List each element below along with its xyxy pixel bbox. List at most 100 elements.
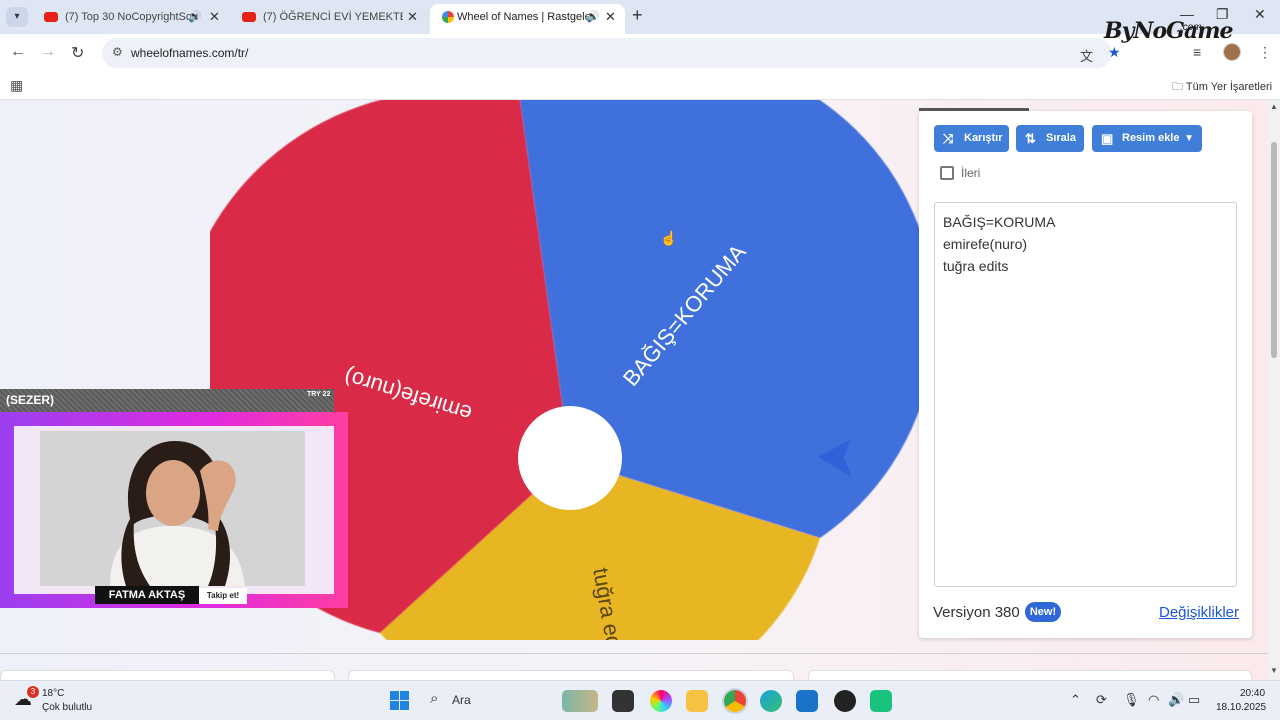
- tab-youtube-1[interactable]: (7) Top 30 NoCopyrightSou 🔊 ✕: [32, 4, 227, 34]
- watermark-suffix: .com: [1180, 22, 1202, 33]
- tab-wheel-of-names[interactable]: Wheel of Names | Rastgele 🔊 ✕: [430, 4, 625, 34]
- youtube-icon: [242, 12, 256, 22]
- shuffle-label: Karıştır: [964, 132, 1003, 144]
- streamer-name-banner: FATMA AKTAŞ: [95, 586, 199, 604]
- clock-time[interactable]: 20:40: [1240, 688, 1265, 699]
- wheel-center[interactable]: [518, 406, 622, 510]
- tab-title: Wheel of Names | Rastgele: [457, 11, 591, 23]
- close-tab-icon[interactable]: ✕: [407, 4, 418, 30]
- wheel-favicon-icon: [442, 11, 454, 23]
- bottom-card: [348, 670, 794, 680]
- folder-icon: 🗀: [1172, 81, 1183, 93]
- back-button[interactable]: ←: [10, 43, 26, 61]
- advanced-checkbox[interactable]: [940, 166, 954, 180]
- new-badge: New!: [1025, 602, 1061, 622]
- donation-bar: (SEZER) TRY 22: [0, 389, 334, 412]
- follow-badge: Takip et!: [199, 588, 247, 604]
- search-highlight-icon[interactable]: [562, 690, 598, 712]
- scroll-thumb[interactable]: [1271, 142, 1277, 358]
- all-bookmarks-button[interactable]: 🗀 Tüm Yer İşaretleri: [1172, 78, 1272, 97]
- panel-tab-indicator: [919, 108, 1029, 111]
- speaker-icon[interactable]: 🔊: [586, 4, 600, 30]
- add-image-label: Resim ekle: [1122, 132, 1180, 144]
- scroll-up-icon[interactable]: ▲: [1270, 102, 1278, 111]
- tab-search-icon[interactable]: ≡: [1193, 44, 1201, 60]
- entry-line: emirefe(nuro): [943, 236, 1028, 252]
- tab-bar: ▾ (7) Top 30 NoCopyrightSou 🔊 ✕ (7) ÖĞRE…: [0, 0, 1280, 34]
- menu-icon[interactable]: ⋮: [1258, 44, 1272, 61]
- search-icon[interactable]: ⌕: [430, 690, 438, 707]
- webcam-inner: [14, 426, 334, 594]
- profile-avatar[interactable]: [1223, 43, 1241, 61]
- close-tab-icon[interactable]: ✕: [209, 4, 220, 30]
- microphone-icon[interactable]: 🎙: [1123, 692, 1140, 708]
- tray-chevron-icon[interactable]: ⌃: [1070, 692, 1081, 708]
- weather-temperature[interactable]: 18°C: [42, 688, 64, 699]
- tab-youtube-2[interactable]: (7) ÖĞRENCİ EVİ YEMEKTEYİZ ✕: [230, 4, 425, 34]
- battery-icon[interactable]: ▭: [1188, 692, 1200, 708]
- app-icon[interactable]: [870, 690, 892, 712]
- sort-icon: ⇅: [1025, 131, 1036, 146]
- webcam-video: [40, 431, 305, 586]
- weather-description[interactable]: Çok bulutlu: [42, 702, 92, 713]
- weather-badge: 3: [27, 686, 39, 698]
- mouse-cursor-icon: ☝: [660, 230, 678, 246]
- stream-webcam-overlay: (SEZER) TRY 22 FATMA AKTAŞ Takip et!: [0, 389, 348, 608]
- tab-title: (7) ÖĞRENCİ EVİ YEMEKTEYİZ: [263, 11, 403, 23]
- changes-link[interactable]: Değişiklikler: [1159, 604, 1239, 621]
- tab-title: (7) Top 30 NoCopyrightSou: [65, 11, 199, 23]
- bottom-card: [0, 670, 335, 680]
- sort-label: Sırala: [1046, 132, 1076, 144]
- donation-amount: TRY 22: [307, 391, 331, 398]
- translate-icon[interactable]: 文: [1080, 46, 1093, 65]
- edge-icon[interactable]: [760, 690, 782, 712]
- volume-icon[interactable]: 🔊: [1168, 692, 1184, 708]
- site-info-icon[interactable]: ⚙: [112, 45, 123, 59]
- store-icon[interactable]: [796, 690, 818, 712]
- image-icon: ▣: [1101, 131, 1114, 146]
- wifi-icon[interactable]: ◠: [1148, 692, 1159, 708]
- taskbar-search-label[interactable]: Ara: [452, 693, 471, 707]
- sync-icon[interactable]: ⟳: [1096, 692, 1107, 708]
- shuffle-icon: ⤨: [943, 131, 954, 146]
- entries-textarea[interactable]: BAĞIŞ=KORUMA emirefe(nuro) tuğra edits: [934, 202, 1237, 587]
- file-explorer-icon[interactable]: [686, 690, 708, 712]
- chrome-icon[interactable]: [724, 690, 746, 712]
- clock-date[interactable]: 18.10.2025: [1216, 702, 1266, 713]
- close-tab-icon[interactable]: ✕: [605, 4, 616, 30]
- version-text: Versiyon 380: [933, 604, 1020, 621]
- bookmark-star-icon[interactable]: ★: [1108, 44, 1121, 61]
- obs-icon[interactable]: [834, 690, 856, 712]
- sort-button[interactable]: ⇅ Sırala: [1016, 125, 1084, 152]
- apps-grid-icon[interactable]: ▦: [10, 77, 23, 94]
- scroll-down-icon[interactable]: ▼: [1270, 666, 1278, 675]
- url-text: wheelofnames.com/tr/: [131, 46, 249, 60]
- bottom-card: [808, 670, 1252, 680]
- new-tab-button[interactable]: +: [632, 5, 643, 26]
- forward-button[interactable]: →: [40, 43, 56, 61]
- start-button[interactable]: [390, 691, 409, 710]
- webcam-frame: FATMA AKTAŞ Takip et!: [0, 412, 348, 608]
- shuffle-button[interactable]: ⤨ Karıştır: [934, 125, 1009, 152]
- copilot-icon[interactable]: [650, 690, 672, 712]
- terminal-icon[interactable]: [612, 690, 634, 712]
- all-bookmarks-label: Tüm Yer İşaretleri: [1185, 81, 1273, 93]
- dropdown-caret-icon[interactable]: ▼: [1184, 125, 1194, 152]
- entry-line: tuğra edits: [943, 258, 1009, 274]
- donor-name: (SEZER): [6, 393, 54, 407]
- windows-taskbar: ☁ 3 18°C Çok bulutlu ⌕ Ara ⌃ ⟳ 🎙 ◠ 🔊 ▭ 2…: [0, 680, 1280, 720]
- reload-button[interactable]: ↻: [71, 43, 84, 63]
- page-scrollbar[interactable]: ▲ ▼: [1268, 100, 1280, 680]
- add-image-button[interactable]: ▣ Resim ekle ▼: [1092, 125, 1202, 152]
- youtube-icon: [44, 12, 58, 22]
- close-window-button[interactable]: ✕: [1254, 6, 1266, 23]
- bookmarks-bar: ▦ 🗀 Tüm Yer İşaretleri: [0, 72, 1280, 100]
- section-divider: [0, 653, 1268, 654]
- watermark-logo: ByNoGame: [1104, 18, 1233, 44]
- speaker-icon[interactable]: 🔊: [188, 4, 202, 30]
- address-bar[interactable]: ⚙ wheelofnames.com/tr/ 文: [102, 38, 1112, 68]
- entries-panel: ⤨ Karıştır ⇅ Sırala ▣ Resim ekle ▼ İleri…: [919, 108, 1252, 638]
- entry-line: BAĞIŞ=KORUMA: [943, 214, 1056, 230]
- tab-search-button[interactable]: ▾: [6, 7, 28, 27]
- address-toolbar: ← → ↻ ⚙ wheelofnames.com/tr/ 文: [0, 34, 1280, 72]
